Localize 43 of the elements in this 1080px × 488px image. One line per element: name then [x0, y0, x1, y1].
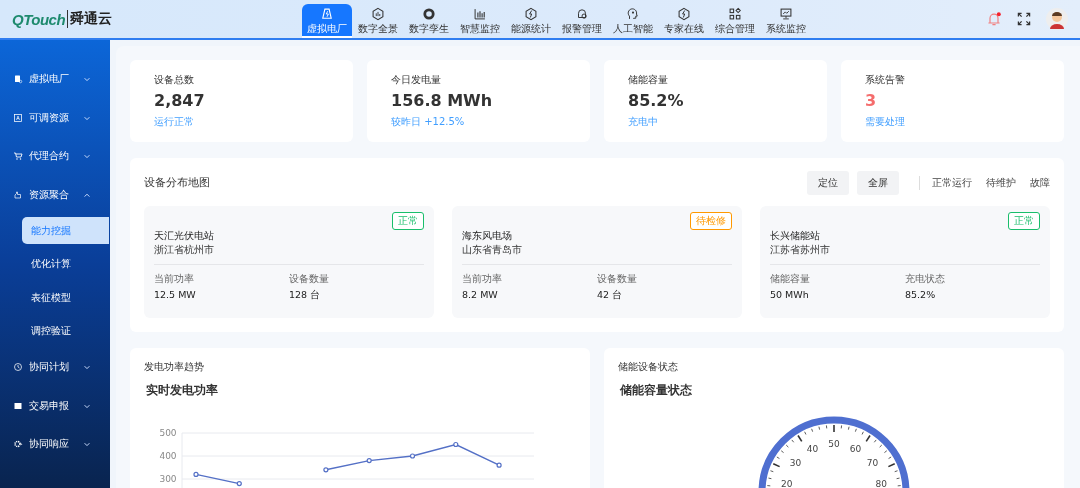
stat-note: 较昨日 +12.5%: [391, 115, 466, 129]
metric-label: 当前功率: [154, 272, 195, 286]
metric-value: 85.2%: [905, 289, 937, 300]
panel-title: 设备分布地图: [144, 176, 210, 190]
stat-value: 85.2%: [628, 91, 685, 110]
metric-label: 设备数量: [289, 272, 330, 286]
station-name: 长兴储能站: [770, 230, 821, 243]
stat-label: 设备总数: [154, 73, 195, 87]
metric-label: 当前功率: [462, 272, 503, 286]
axis-label: 300: [159, 474, 177, 484]
stat-label: 今日发电量: [391, 73, 442, 87]
station-location: 江苏省苏州市: [770, 244, 831, 257]
metric-label: 储能容量: [770, 272, 811, 286]
logo-brand: QTouch: [12, 10, 66, 28]
station-name: 海东风电场: [462, 230, 513, 243]
card-title: 储能设备状态: [618, 360, 679, 374]
status-badge: 待检修: [690, 212, 732, 230]
chart-title: 储能容量状态: [620, 382, 693, 399]
metric-value: 42 台: [597, 289, 624, 302]
status-badge: 正常: [1008, 212, 1040, 230]
chart-title: 实时发电功率: [146, 382, 219, 399]
stat-value: 2,847: [154, 91, 206, 110]
axis-label: 500: [159, 428, 177, 438]
stat-note: 运行正常: [154, 115, 195, 129]
card-title: 发电功率趋势: [144, 360, 205, 374]
metric-label: 设备数量: [597, 272, 638, 286]
station-location: 浙江省杭州市: [154, 244, 215, 257]
metric-value: 50 MWh: [770, 289, 810, 300]
status-badge: 正常: [392, 212, 424, 230]
station-location: 山东省青岛市: [462, 244, 523, 257]
stat-note: 充电中: [628, 115, 659, 129]
stat-value: 3: [865, 91, 878, 110]
metric-label: 充电状态: [905, 272, 946, 286]
logo-name: 舜通云: [67, 10, 113, 28]
metric-value: 8.2 MW: [462, 289, 499, 300]
metric-value: 128 台: [289, 289, 322, 302]
stat-label: 系统告警: [865, 73, 906, 87]
stat-value: 156.8 MWh: [391, 91, 494, 110]
axis-label: 400: [159, 451, 177, 461]
stat-label: 储能容量: [628, 73, 669, 87]
station-name: 天汇光伏电站: [154, 230, 215, 243]
stat-note: 需要处理: [865, 115, 906, 129]
metric-value: 12.5 MW: [154, 289, 197, 300]
